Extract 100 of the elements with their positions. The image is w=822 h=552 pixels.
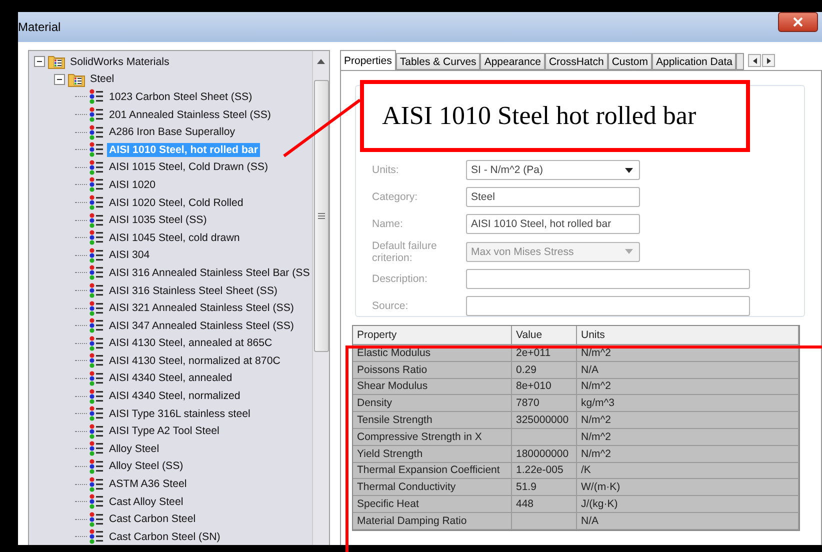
material-icon xyxy=(88,265,104,280)
tab[interactable]: CrossHatch xyxy=(544,53,608,70)
close-button[interactable] xyxy=(778,12,818,32)
text-field[interactable]: AISI 1010 Steel, hot rolled bar xyxy=(466,214,640,234)
table-cell: Material Damping Ratio xyxy=(353,512,512,529)
material-icon xyxy=(88,177,104,192)
material-icon xyxy=(88,336,104,351)
callout-text: AISI 1010 Steel hot rolled bar xyxy=(382,101,696,131)
material-icon xyxy=(88,212,104,228)
table-cell: Tensile Strength xyxy=(353,412,512,428)
tree-item[interactable]: Steel xyxy=(88,72,116,86)
text-field[interactable]: Steel xyxy=(466,187,640,207)
table-cell: Elastic Modulus xyxy=(353,345,512,361)
collapse-icon[interactable] xyxy=(54,74,65,85)
grip-icon xyxy=(318,213,324,219)
tree-item[interactable]: AISI 1045 Steel, cold drawn xyxy=(107,230,242,245)
text-field[interactable] xyxy=(466,296,750,316)
tree-item[interactable]: AISI 304 xyxy=(107,248,152,262)
left-arrow-icon xyxy=(752,58,757,64)
tree-item[interactable]: Alloy Steel xyxy=(107,442,162,456)
material-icon xyxy=(88,230,104,246)
material-icon xyxy=(88,195,104,210)
table-cell: Shear Modulus xyxy=(353,378,512,394)
tree-item[interactable]: AISI Type A2 Tool Steel xyxy=(107,424,222,438)
table-cell: 7870 xyxy=(512,395,577,412)
table-cell: 2e+011 xyxy=(512,345,577,361)
tree-item[interactable]: ASTM A36 Steel xyxy=(107,477,189,492)
material-icon xyxy=(88,318,104,334)
tree-item[interactable]: SolidWorks Materials xyxy=(68,54,172,69)
table-cell: Density xyxy=(353,395,512,412)
column-header[interactable]: Property xyxy=(353,326,512,344)
table-cell: /K xyxy=(577,462,799,478)
table-cell: Poissons Ratio xyxy=(353,362,512,378)
tab[interactable]: Tables & Curves xyxy=(396,53,480,70)
table-cell: Compressive Strength in X xyxy=(353,428,512,445)
tree-item[interactable]: AISI Type 316L stainless steel xyxy=(107,406,252,421)
tree-item[interactable]: AISI 347 Annealed Stainless Steel (SS) xyxy=(107,318,296,333)
tab[interactable]: Properties xyxy=(340,50,396,70)
tree-item[interactable]: A286 Iron Base Superalloy xyxy=(107,125,238,140)
table-cell: 448 xyxy=(512,496,577,512)
table-cell: kg/m^3 xyxy=(577,395,799,412)
table-cell: Yield Strength xyxy=(353,446,512,462)
field-label: Default failure criterion: xyxy=(372,240,438,264)
table-cell: N/A xyxy=(577,512,799,529)
text-field[interactable] xyxy=(466,269,750,289)
tab[interactable]: Appearance xyxy=(480,53,545,70)
tree-item[interactable]: AISI 4130 Steel, annealed at 865C xyxy=(107,336,274,350)
caret-icon xyxy=(625,168,633,172)
tree-item[interactable]: AISI 1015 Steel, Cold Drawn (SS) xyxy=(107,160,270,174)
table-cell: 51.9 xyxy=(512,479,577,496)
material-icon xyxy=(88,424,104,439)
column-header[interactable]: Units xyxy=(577,326,799,344)
material-icon xyxy=(88,107,104,122)
tree-item[interactable]: AISI 1020 Steel, Cold Rolled xyxy=(107,196,246,210)
tree-item[interactable]: 1023 Carbon Steel Sheet (SS) xyxy=(107,90,254,104)
collapse-icon[interactable] xyxy=(34,56,45,68)
column-header[interactable]: Value xyxy=(512,326,577,344)
table-cell: N/m^2 xyxy=(577,345,799,361)
tree-item[interactable]: AISI 4340 Steel, annealed xyxy=(107,371,234,386)
material-icon xyxy=(88,441,104,456)
field-label: Name: xyxy=(372,218,404,230)
table-cell: 0.29 xyxy=(512,362,577,378)
table-cell: N/A xyxy=(577,362,799,378)
tree-item[interactable]: Cast Carbon Steel xyxy=(107,512,198,526)
material-icon xyxy=(88,89,104,104)
tab[interactable]: Application Data xyxy=(652,53,736,70)
material-icon xyxy=(88,512,104,527)
scrollbar[interactable] xyxy=(312,51,329,545)
dropdown-field[interactable]: SI - N/m^2 (Pa) xyxy=(466,160,640,180)
tab[interactable]: Custom xyxy=(608,53,652,70)
folder-icon xyxy=(48,54,65,70)
table-cell: N/m^2 xyxy=(577,412,799,428)
table-cell: Thermal Conductivity xyxy=(353,479,512,496)
tree-item[interactable]: AISI 4130 Steel, normalized at 870C xyxy=(107,354,282,368)
table-cell: N/m^2 xyxy=(577,446,799,462)
table-cell: N/m^2 xyxy=(577,378,799,394)
tree-item[interactable]: Alloy Steel (SS) xyxy=(107,459,186,474)
table-cell: J/(kg·K) xyxy=(577,496,799,512)
tree-item[interactable]: AISI 1020 xyxy=(107,178,158,192)
folder-icon xyxy=(68,72,85,87)
material-icon xyxy=(88,160,104,175)
tree-item[interactable]: 201 Annealed Stainless Steel (SS) xyxy=(107,108,273,122)
table-cell: Specific Heat xyxy=(353,496,512,512)
right-arrow-icon xyxy=(766,58,771,64)
tree-item[interactable]: AISI 4340 Steel, normalized xyxy=(107,389,242,404)
table-cell: Thermal Expansion Coefficient xyxy=(353,462,512,478)
tree-item[interactable]: AISI 316 Annealed Stainless Steel Bar (SS xyxy=(107,266,312,280)
tree-item[interactable]: AISI 321 Annealed Stainless Steel (SS) xyxy=(107,301,296,316)
field-label: Source: xyxy=(372,300,410,312)
material-icon xyxy=(88,353,104,368)
scroll-left-button[interactable] xyxy=(748,54,762,67)
material-icon xyxy=(88,529,104,544)
material-icon xyxy=(88,406,104,422)
material-icon xyxy=(88,283,104,298)
tree-item[interactable]: Cast Alloy Steel xyxy=(107,494,186,509)
tree-item[interactable]: AISI 316 Stainless Steel Sheet (SS) xyxy=(107,284,280,298)
tree-item[interactable]: Cast Carbon Steel (SN) xyxy=(107,530,222,544)
tree-item[interactable]: AISI 1035 Steel (SS) xyxy=(107,213,209,228)
material-icon xyxy=(88,388,104,404)
scroll-right-button[interactable] xyxy=(762,54,776,67)
